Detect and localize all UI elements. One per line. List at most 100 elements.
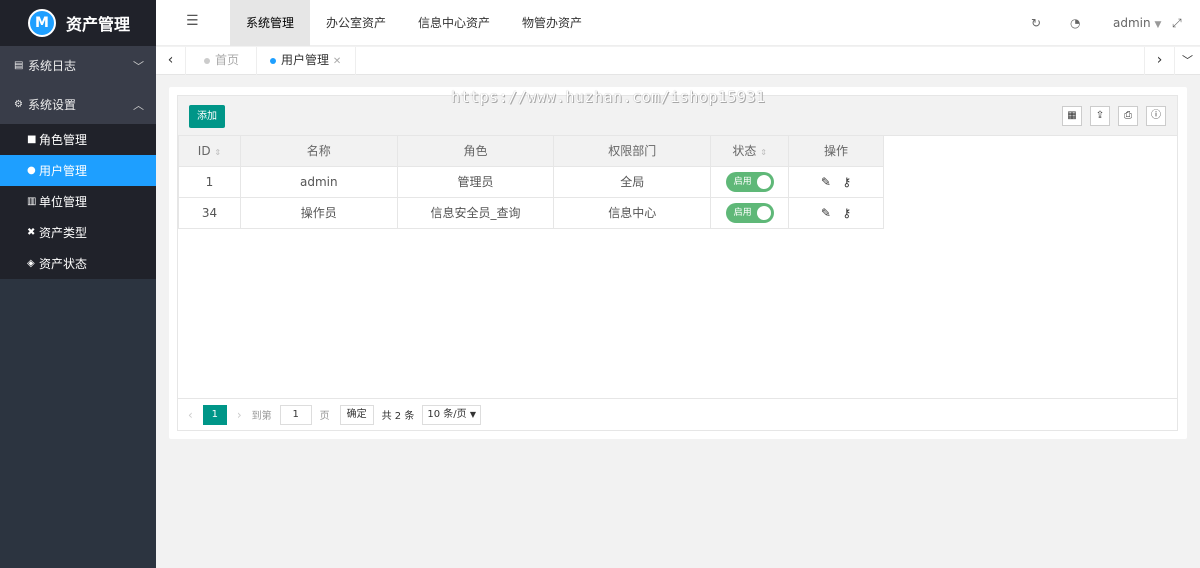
user-menu[interactable]: admin ▼	[1113, 0, 1161, 46]
table-row: 34 操作员 信息安全员_查询 信息中心 启用 ✎ ⚷	[178, 196, 884, 229]
cell-status: 启用	[710, 165, 790, 198]
column-header-actions: 操作	[788, 136, 884, 167]
goto-suffix: 页	[319, 411, 330, 422]
lock-icon: ■	[27, 134, 37, 145]
page-1-button[interactable]: 1	[202, 404, 227, 425]
column-header-status[interactable]: 状态 ⇕	[710, 136, 790, 167]
tabs-scroll-left-icon[interactable]: ‹	[156, 47, 186, 75]
pagination: ‹ 1 › 到第 1 页 确定 共 2 条 10 条/页 ▼	[178, 398, 1177, 430]
sidebar-item-label: 角色管理	[39, 133, 88, 147]
sidebar-item-units[interactable]: ▥ 单位管理	[0, 186, 156, 217]
edit-icon[interactable]: ✎	[821, 206, 831, 220]
sort-icon[interactable]: ⇕	[214, 148, 221, 157]
header-menu-system[interactable]: 系统管理	[230, 0, 311, 46]
status-toggle[interactable]: 启用	[725, 171, 774, 192]
sort-icon[interactable]: ⇕	[760, 148, 767, 157]
sidebar-item-asset-status[interactable]: ◈ 资产状态	[0, 248, 156, 279]
refresh-icon[interactable]: ↻	[1031, 0, 1041, 46]
cell-role: 信息安全员_查询	[396, 196, 555, 229]
prev-page-icon[interactable]: ‹	[188, 408, 193, 422]
cell-role: 管理员	[396, 165, 555, 198]
cell-status: 启用	[710, 196, 790, 229]
header-menu-info-center[interactable]: 信息中心资产	[402, 0, 506, 46]
file-icon: ▤	[14, 60, 24, 71]
key-icon[interactable]: ⚷	[842, 175, 851, 189]
cross-icon: ✖	[27, 227, 36, 238]
toggle-knob	[756, 174, 771, 189]
sidebar-group-system-log[interactable]: ▤ 系统日志 ﹀	[0, 46, 156, 85]
app-title: 资产管理	[66, 15, 131, 34]
cell-dept: 全局	[553, 165, 712, 198]
tab-home[interactable]: 首页	[204, 47, 258, 75]
top-header: ☰ 系统管理 办公室资产 信息中心资产 物管办资产 ↻ ◔ admin ▼ ⤢	[156, 0, 1200, 46]
column-header-role: 角色	[396, 136, 555, 167]
goto-confirm-button[interactable]: 确定	[339, 404, 374, 425]
toggle-label: 启用	[733, 176, 752, 187]
next-page-icon[interactable]: ›	[237, 408, 242, 422]
export-icon[interactable]: ⇪	[1090, 106, 1110, 126]
dashboard-icon[interactable]: ◔	[1070, 0, 1080, 46]
cell-dept: 信息中心	[553, 196, 712, 229]
cell-id: 34	[178, 196, 241, 229]
logo-icon: M	[28, 9, 56, 37]
add-button[interactable]: 添加	[189, 105, 225, 128]
cell-name: admin	[239, 165, 398, 198]
cell-actions: ✎ ⚷	[788, 165, 884, 198]
cell-actions: ✎ ⚷	[788, 196, 884, 229]
header-menu-office[interactable]: 办公室资产	[310, 0, 402, 46]
sidebar-item-roles[interactable]: ■ 角色管理	[0, 124, 156, 155]
column-label: ID	[197, 143, 211, 158]
sidebar-item-label: 用户管理	[39, 164, 88, 178]
page-size-select[interactable]: 10 条/页 ▼	[422, 404, 481, 425]
status-toggle[interactable]: 启用	[725, 202, 774, 223]
chevron-down-icon: ﹀	[133, 60, 144, 73]
tab-dot	[270, 57, 276, 64]
tabs-menu-icon[interactable]: ﹀	[1174, 47, 1200, 75]
column-header-name: 名称	[239, 136, 398, 167]
bank-icon: ▥	[27, 196, 37, 207]
data-table-box: 添加 ▦ ⇪ ⎙ ⓘ ID ⇕ 名称 角色 权限部门 状态 ⇕ 操作 1 adm…	[177, 95, 1178, 431]
sidebar-group-label: 系统设置	[28, 98, 77, 112]
columns-icon[interactable]: ▦	[1062, 106, 1082, 126]
cube-icon: ◈	[27, 258, 35, 269]
menu-fold-icon[interactable]: ☰	[186, 13, 199, 29]
tab-users[interactable]: 用户管理 ✕	[270, 47, 357, 75]
fullscreen-icon[interactable]: ⤢	[1172, 0, 1182, 46]
tab-dot	[204, 57, 210, 64]
column-header-id[interactable]: ID ⇕	[178, 136, 241, 167]
goto-page-input[interactable]: 1	[279, 404, 312, 425]
toggle-knob	[756, 205, 771, 220]
edit-icon[interactable]: ✎	[821, 175, 831, 189]
chevron-up-icon: ︿	[133, 99, 144, 112]
user-name: admin	[1113, 16, 1151, 30]
cell-id: 1	[178, 165, 241, 198]
sidebar-item-label: 资产状态	[39, 257, 88, 271]
tabs-scroll-right-icon[interactable]: ›	[1144, 47, 1174, 75]
logo[interactable]: M 资产管理	[0, 0, 156, 46]
goto-prefix: 到第	[251, 411, 272, 422]
sidebar-item-users[interactable]: ● 用户管理	[0, 155, 156, 186]
info-icon[interactable]: ⓘ	[1146, 106, 1166, 126]
print-icon[interactable]: ⎙	[1118, 106, 1138, 126]
column-header-dept: 权限部门	[553, 136, 712, 167]
sidebar-item-asset-types[interactable]: ✖ 资产类型	[0, 217, 156, 248]
column-label: 状态	[732, 144, 757, 159]
sidebar-item-label: 单位管理	[39, 195, 88, 209]
total-count: 共 2 条	[381, 411, 415, 422]
watermark: https://www.huzhan.com/ishop15931	[451, 88, 766, 106]
content-card: 添加 ▦ ⇪ ⎙ ⓘ ID ⇕ 名称 角色 权限部门 状态 ⇕ 操作 1 adm…	[169, 87, 1187, 439]
chevron-down-icon: ▼	[469, 409, 476, 419]
sidebar-group-label: 系统日志	[28, 59, 77, 73]
close-icon[interactable]: ✕	[333, 56, 341, 67]
gears-icon: ⚙	[14, 99, 23, 110]
key-icon[interactable]: ⚷	[842, 206, 851, 220]
cell-name: 操作员	[239, 196, 398, 229]
user-icon: ●	[27, 165, 36, 176]
tab-label: 用户管理	[281, 53, 330, 67]
page-size-value: 10 条/页	[427, 408, 467, 420]
header-menu-property[interactable]: 物管办资产	[506, 0, 598, 46]
sidebar-group-system-settings[interactable]: ⚙ 系统设置 ︿	[0, 85, 156, 124]
tab-bar: ‹ 首页 用户管理 ✕ › ﹀	[156, 47, 1200, 75]
users-table: ID ⇕ 名称 角色 权限部门 状态 ⇕ 操作 1 admin 管理员 全局 启…	[178, 136, 884, 229]
tab-label: 首页	[215, 53, 240, 67]
